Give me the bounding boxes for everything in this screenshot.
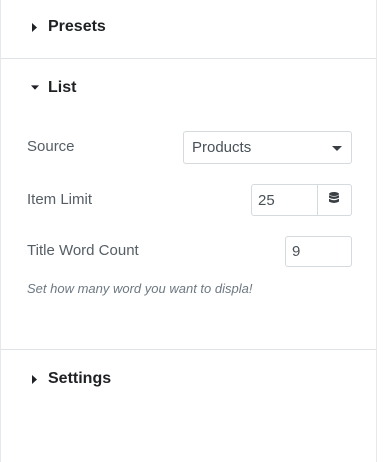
item-limit-value: 25: [258, 191, 275, 209]
caret-right-icon: [31, 374, 39, 384]
divider: [1, 58, 376, 59]
divider: [1, 349, 376, 350]
caret-down-icon: [31, 84, 39, 92]
section-settings-title: Settings: [48, 370, 112, 387]
editor-panel: Presets List Source Products Item Limit …: [0, 0, 377, 462]
section-presets-header[interactable]: Presets: [1, 16, 376, 38]
source-select-value: Products: [192, 139, 252, 156]
section-presets-title: Presets: [48, 18, 106, 35]
section-list-header[interactable]: List: [1, 77, 376, 99]
title-word-count-label: Title Word Count: [27, 242, 139, 259]
dynamic-tags-button[interactable]: [317, 184, 352, 216]
chevron-down-icon: [332, 146, 342, 151]
caret-right-icon: [31, 22, 39, 32]
title-word-count-value: 9: [292, 243, 301, 260]
database-icon: [329, 191, 339, 209]
section-settings-header[interactable]: Settings: [1, 368, 376, 390]
source-select[interactable]: Products: [183, 131, 352, 164]
source-label: Source: [27, 138, 75, 155]
field-description: Set how many word you want to displa!: [27, 281, 253, 296]
item-limit-input[interactable]: 25: [251, 184, 318, 216]
title-word-count-input[interactable]: 9: [285, 236, 352, 267]
section-list-title: List: [48, 79, 77, 96]
item-limit-label: Item Limit: [27, 191, 93, 208]
